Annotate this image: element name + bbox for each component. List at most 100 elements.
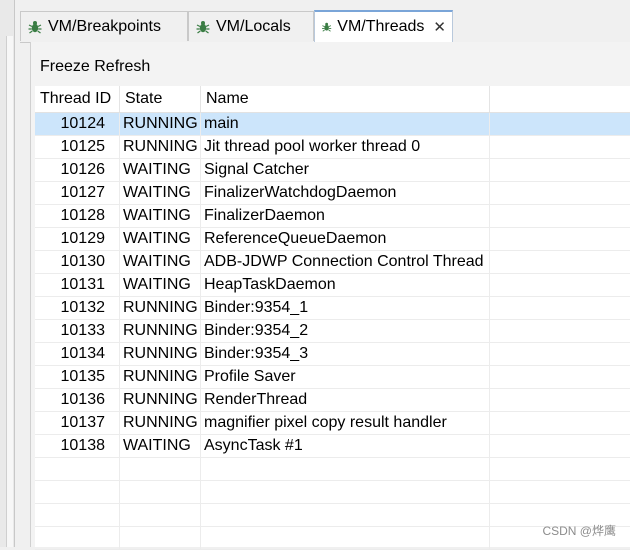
tab-vm-breakpoints[interactable]: VM/Breakpoints	[20, 11, 188, 41]
thread-name-cell: Binder:9354_2	[201, 320, 490, 342]
thread-name-cell: Binder:9354_1	[201, 297, 490, 319]
filler-cell	[490, 297, 630, 319]
thread-name-cell: FinalizerWatchdogDaemon	[201, 182, 490, 204]
filler-cell	[490, 366, 630, 388]
table-row[interactable]: 10124 RUNNING main	[35, 113, 630, 136]
filler-cell	[490, 435, 630, 457]
filler-cell	[490, 251, 630, 273]
thread-id-cell: 10127	[35, 182, 120, 204]
thread-name-cell: Jit thread pool worker thread 0	[201, 136, 490, 158]
thread-state-cell: WAITING	[120, 205, 201, 227]
thread-id-cell: 10133	[35, 320, 120, 342]
thread-id-cell: 10138	[35, 435, 120, 457]
bug-icon	[322, 22, 332, 32]
table-row[interactable]: 10126 WAITING Signal Catcher	[35, 159, 630, 182]
thread-name-cell: main	[201, 113, 490, 135]
empty-cell	[35, 527, 120, 549]
tab-label: VM/Locals	[216, 17, 291, 35]
empty-cell	[35, 481, 120, 503]
thread-name-cell: FinalizerDaemon	[201, 205, 490, 227]
filler-cell	[490, 481, 630, 503]
table-row[interactable]: 10131 WAITING HeapTaskDaemon	[35, 274, 630, 297]
thread-name-cell: ADB-JDWP Connection Control Thread	[201, 251, 490, 273]
thread-id-cell: 10125	[35, 136, 120, 158]
table-row[interactable]: 10135 RUNNING Profile Saver	[35, 366, 630, 389]
thread-state-cell: WAITING	[120, 159, 201, 181]
thread-id-cell: 10130	[35, 251, 120, 273]
filler-cell	[490, 274, 630, 296]
left-scrollbar[interactable]	[6, 36, 13, 547]
table-row[interactable]: 10138 WAITING AsyncTask #1	[35, 435, 630, 458]
filler-cell	[490, 136, 630, 158]
filler-cell	[490, 320, 630, 342]
empty-cell	[201, 458, 490, 480]
thread-id-cell: 10132	[35, 297, 120, 319]
bug-icon	[196, 20, 210, 33]
table-row[interactable]: 10129 WAITING ReferenceQueueDaemon	[35, 228, 630, 251]
thread-name-cell: RenderThread	[201, 389, 490, 411]
table-body: 10124 RUNNING main 10125 RUNNING Jit thread p…	[35, 113, 630, 550]
empty-cell	[35, 504, 120, 526]
table-row[interactable]: 10125 RUNNING Jit thread pool worker threa…	[35, 136, 630, 159]
tab-label: VM/Breakpoints	[48, 17, 161, 35]
empty-cell	[120, 504, 201, 526]
thread-id-cell: 10126	[35, 159, 120, 181]
filler-cell	[490, 412, 630, 434]
filler-cell	[490, 389, 630, 411]
table-row[interactable]: 10137 RUNNING magnifier pixel copy result …	[35, 412, 630, 435]
thread-state-cell: RUNNING	[120, 136, 201, 158]
table-row[interactable]: 10127 WAITING FinalizerWatchdogDaemon	[35, 182, 630, 205]
table-row	[35, 458, 630, 481]
thread-state-cell: RUNNING	[120, 113, 201, 135]
table-header: Thread ID State Name	[35, 86, 630, 113]
thread-state-cell: RUNNING	[120, 412, 201, 434]
thread-state-cell: RUNNING	[120, 366, 201, 388]
table-row	[35, 481, 630, 504]
filler-cell	[490, 159, 630, 181]
thread-name-cell: Signal Catcher	[201, 159, 490, 181]
left-panel-edge	[0, 0, 15, 547]
tab-vm-locals[interactable]: VM/Locals	[188, 11, 314, 41]
thread-state-cell: WAITING	[120, 251, 201, 273]
column-header-filler	[490, 86, 630, 112]
bug-icon	[28, 20, 42, 33]
thread-state-cell: RUNNING	[120, 389, 201, 411]
filler-cell	[490, 458, 630, 480]
thread-id-cell: 10137	[35, 412, 120, 434]
table-row[interactable]: 10136 RUNNING RenderThread	[35, 389, 630, 412]
thread-name-cell: HeapTaskDaemon	[201, 274, 490, 296]
thread-name-cell: magnifier pixel copy result handler	[201, 412, 490, 434]
threads-table[interactable]: Thread ID State Name 10124 RUNNING main 101…	[35, 86, 630, 550]
thread-state-cell: WAITING	[120, 228, 201, 250]
threads-panel: Freeze Refresh Thread ID State Name 1012…	[30, 42, 630, 550]
table-row[interactable]: 10132 RUNNING Binder:9354_1	[35, 297, 630, 320]
table-row[interactable]: 10133 RUNNING Binder:9354_2	[35, 320, 630, 343]
thread-name-cell: Profile Saver	[201, 366, 490, 388]
tab-vm-threads[interactable]: VM/Threads ✕	[314, 10, 453, 42]
thread-name-cell: ReferenceQueueDaemon	[201, 228, 490, 250]
thread-id-cell: 10136	[35, 389, 120, 411]
empty-cell	[201, 481, 490, 503]
close-icon[interactable]: ✕	[433, 18, 446, 36]
column-header-state[interactable]: State	[120, 86, 201, 112]
table-row[interactable]: 10130 WAITING ADB-JDWP Connection Control …	[35, 251, 630, 274]
freeze-refresh-label[interactable]: Freeze Refresh	[40, 58, 150, 76]
filler-cell	[490, 182, 630, 204]
thread-id-cell: 10135	[35, 366, 120, 388]
thread-id-cell: 10129	[35, 228, 120, 250]
thread-id-cell: 10131	[35, 274, 120, 296]
thread-id-cell: 10128	[35, 205, 120, 227]
table-row	[35, 504, 630, 527]
table-row[interactable]: 10128 WAITING FinalizerDaemon	[35, 205, 630, 228]
thread-state-cell: WAITING	[120, 274, 201, 296]
empty-cell	[120, 481, 201, 503]
empty-cell	[201, 527, 490, 549]
thread-state-cell: RUNNING	[120, 343, 201, 365]
column-header-name[interactable]: Name	[201, 86, 490, 112]
thread-state-cell: RUNNING	[120, 320, 201, 342]
column-header-thread-id[interactable]: Thread ID	[35, 86, 120, 112]
tab-label: VM/Threads	[337, 18, 425, 35]
table-row[interactable]: 10134 RUNNING Binder:9354_3	[35, 343, 630, 366]
thread-state-cell: RUNNING	[120, 297, 201, 319]
filler-cell	[490, 343, 630, 365]
